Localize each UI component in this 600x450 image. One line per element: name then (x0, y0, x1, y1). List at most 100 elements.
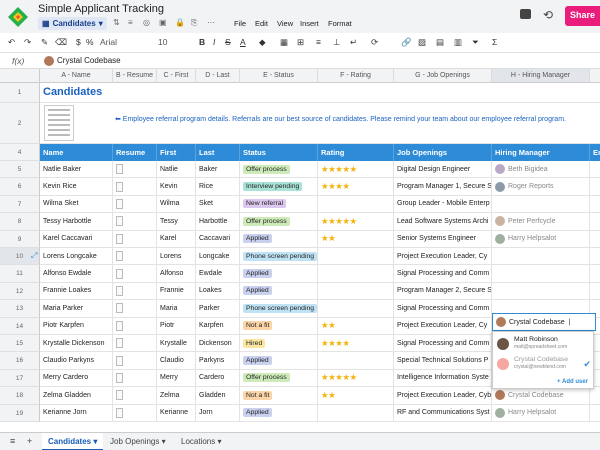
spreadsheet-grid[interactable]: Candidates ⬅ Employee referral program d… (0, 69, 600, 432)
resume-cell[interactable] (113, 387, 157, 405)
table-header-cell[interactable]: Hiring Manager (492, 144, 590, 161)
name-cell[interactable]: Krystalle Dickenson (40, 335, 113, 353)
name-cell[interactable]: Maria Parker (40, 300, 113, 318)
resume-doc-icon[interactable] (116, 216, 123, 227)
hiring-manager-cell[interactable]: Harry Helpsalot (492, 230, 590, 248)
function-icon[interactable]: Σ (492, 37, 497, 47)
last-cell[interactable]: Rice (196, 178, 240, 196)
row-header[interactable]: 2 (0, 103, 40, 144)
menu-file[interactable]: File (234, 19, 246, 28)
hiring-manager-cell[interactable]: Peter Perfcycle (492, 213, 590, 231)
row-header[interactable]: 19 (0, 404, 40, 422)
sort-icon[interactable]: ⇅ (113, 18, 120, 27)
resume-cell[interactable] (113, 195, 157, 214)
email-cell[interactable] (590, 213, 600, 231)
job-cell[interactable]: Intelligence Information Syste (394, 369, 492, 388)
resume-doc-icon[interactable] (116, 285, 123, 296)
paint-format-icon[interactable]: ✎ (41, 37, 48, 48)
hiring-manager-cell[interactable] (492, 248, 590, 266)
hiring-manager-cell[interactable] (492, 265, 590, 283)
job-cell[interactable]: Program Manager 2, Secure S (394, 282, 492, 301)
column-header-e-status[interactable]: E - Status (240, 69, 318, 83)
resume-cell[interactable] (113, 265, 157, 283)
job-cell[interactable]: Project Execution Leader, Cy (394, 317, 492, 335)
last-cell[interactable]: Karpfen (196, 317, 240, 335)
app-logo-icon[interactable] (8, 7, 28, 27)
email-cell[interactable] (590, 265, 600, 283)
table-header-cell[interactable]: Rating (318, 144, 394, 161)
last-cell[interactable]: Gladden (196, 387, 240, 405)
first-cell[interactable]: Claudio (157, 352, 196, 370)
email-cell[interactable] (590, 231, 600, 248)
name-cell[interactable]: Tessy Harbottle (40, 213, 113, 231)
comments-icon[interactable] (520, 9, 531, 19)
email-cell[interactable] (590, 196, 600, 214)
last-cell[interactable]: Cardero (196, 369, 240, 388)
column-header-c-first[interactable]: C - First (157, 69, 196, 83)
status-cell[interactable]: Interview pending (240, 178, 318, 196)
rating-cell[interactable] (318, 404, 394, 422)
name-cell[interactable]: Alfonso Ewdale (40, 265, 113, 283)
resume-doc-icon[interactable] (116, 320, 123, 331)
rating-cell[interactable]: ★★★★★ (318, 161, 394, 179)
job-cell[interactable]: Group Leader - Mobile Enterp (394, 195, 492, 214)
resume-cell[interactable] (113, 282, 157, 301)
wrap-icon[interactable]: ↵ (350, 37, 357, 48)
last-cell[interactable]: Parker (196, 300, 240, 318)
document-title[interactable]: Simple Applicant Tracking (38, 3, 164, 15)
first-cell[interactable]: Tessy (157, 213, 196, 231)
job-cell[interactable]: Signal Processing and Comm (394, 265, 492, 283)
percent-icon[interactable]: % (86, 37, 94, 47)
name-cell[interactable]: Merry Cardero (40, 369, 113, 388)
row-header[interactable]: 7 (0, 195, 40, 214)
resume-doc-icon[interactable] (116, 251, 123, 262)
row-header[interactable]: 5 (0, 161, 40, 179)
all-sheets-icon[interactable]: ≡ (10, 436, 15, 446)
select-all-corner[interactable] (0, 69, 40, 83)
menu-view[interactable]: View (277, 19, 293, 28)
rating-cell[interactable]: ★★ (318, 317, 394, 335)
row-header[interactable]: 18 (0, 387, 40, 405)
last-cell[interactable]: Longcake (196, 248, 240, 266)
rotate-icon[interactable]: ⟳ (371, 37, 378, 48)
rating-cell[interactable]: ★★★★ (318, 178, 394, 196)
row-header[interactable]: 11 (0, 265, 40, 283)
last-cell[interactable]: Sket (196, 195, 240, 214)
name-cell[interactable]: Zelma Gladden (40, 387, 113, 405)
last-cell[interactable]: Baker (196, 161, 240, 179)
table-header-cell[interactable]: First (157, 144, 196, 161)
expand-row-icon[interactable]: ⤢ (31, 251, 37, 261)
resume-doc-icon[interactable] (116, 268, 123, 279)
status-cell[interactable]: Offer process (240, 161, 318, 179)
table-icon[interactable]: ▥ (454, 37, 462, 48)
filter-toolbar-icon[interactable]: ⏷ (472, 37, 479, 48)
column-header-h-hiring-manager[interactable]: H - Hiring Manager (492, 69, 590, 83)
currency-icon[interactable]: $ (76, 37, 81, 47)
email-cell[interactable] (590, 405, 600, 422)
last-cell[interactable]: Dickenson (196, 335, 240, 353)
last-cell[interactable]: Loakes (196, 282, 240, 301)
last-cell[interactable]: Harbottle (196, 213, 240, 231)
name-cell[interactable]: Karel Caccavari (40, 230, 113, 248)
more-icon[interactable]: ⋯ (207, 18, 215, 27)
column-header-a-name[interactable]: A - Name (40, 69, 113, 83)
view-icon[interactable]: ▣ (159, 18, 167, 27)
column-header-b-resume[interactable]: B - Resume (113, 69, 157, 83)
rating-cell[interactable] (318, 282, 394, 301)
status-cell[interactable]: Offer process (240, 213, 318, 231)
resume-doc-icon[interactable] (116, 407, 123, 418)
last-cell[interactable]: Jorn (196, 404, 240, 422)
menu-format[interactable]: Format (328, 19, 352, 28)
bold-icon[interactable]: B (199, 37, 205, 47)
tab-job-openings[interactable]: Job Openings ▾ (104, 433, 172, 450)
hide-icon[interactable]: ◎ (143, 18, 150, 27)
table-header-cell[interactable]: Name (40, 144, 113, 161)
italic-icon[interactable]: I (213, 37, 215, 47)
rating-cell[interactable] (318, 248, 394, 266)
resume-cell[interactable] (113, 161, 157, 179)
hiring-manager-cell[interactable]: Harry Helpsalot (492, 404, 590, 422)
font-size-select[interactable]: 10 (158, 37, 167, 47)
hiring-manager-cell[interactable]: Crystal Codebase (492, 387, 590, 405)
last-cell[interactable]: Ewdale (196, 265, 240, 283)
first-cell[interactable]: Piotr (157, 317, 196, 335)
